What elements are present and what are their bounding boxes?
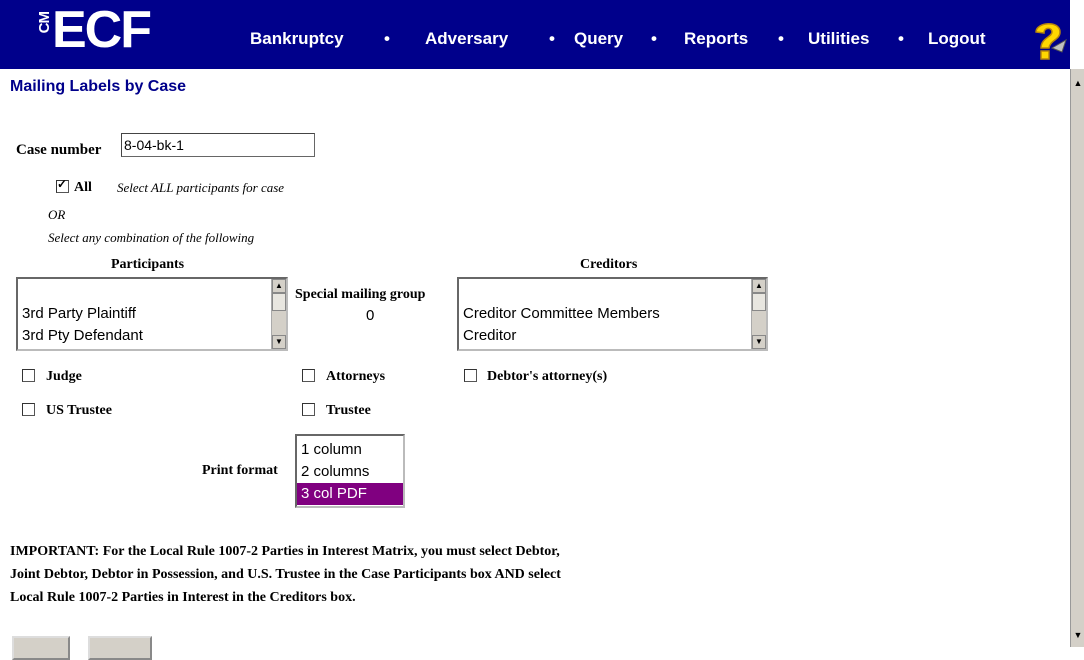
creditor-option[interactable]: Creditor Committee Members [459,303,766,325]
print-format-option-selected[interactable]: 3 col PDF [297,483,403,505]
combination-text: Select any combination of the following [48,230,255,245]
all-label: All [74,180,92,195]
important-note-line: Joint Debtor, Debtor in Possession, and … [10,567,561,582]
logo-ecf-text: ECF [52,1,152,59]
creditors-scrollbar[interactable]: ▲ ▼ [751,279,766,349]
scroll-up-icon[interactable]: ▲ [272,279,286,293]
attorneys-checkbox[interactable] [302,369,315,382]
print-format-option[interactable]: 2 columns [297,461,403,483]
participant-option[interactable]: 3rd Party Plaintiff [18,303,286,325]
participant-option[interactable]: 3rd Pty Defendant [18,325,286,347]
debtor-attorney-label: Debtor's attorney(s) [487,369,608,384]
creditors-listbox[interactable]: Creditor Committee Members Creditor ▲ ▼ [457,277,768,351]
case-number-label: Case number [16,142,102,158]
nav-adversary[interactable]: Adversary [425,29,508,49]
clear-button[interactable] [88,636,152,660]
important-note-line: Local Rule 1007-2 Parties in Interest in… [10,590,356,605]
us-trustee-label: US Trustee [46,403,112,418]
page-scrollbar[interactable]: ▲ ▼ [1070,69,1084,647]
debtor-attorney-checkbox[interactable] [464,369,477,382]
nav-separator: • [651,29,657,48]
special-mailing-group-value: 0 [366,307,375,324]
nav-separator: • [778,29,784,48]
all-description: Select ALL participants for case [117,180,285,195]
participants-header: Participants [111,257,185,272]
scroll-up-icon[interactable]: ▲ [752,279,766,293]
creditor-option[interactable]: Creditor [459,325,766,347]
nav-query[interactable]: Query [574,29,623,49]
next-button[interactable] [12,636,70,660]
scroll-down-icon[interactable]: ▼ [1071,627,1084,643]
scroll-down-icon[interactable]: ▼ [272,335,286,349]
participants-listbox[interactable]: 3rd Party Plaintiff 3rd Pty Defendant ▲ … [16,277,288,351]
special-mailing-group-label: Special mailing group [295,287,426,302]
help-question-icon[interactable] [1028,18,1068,62]
attorneys-label: Attorneys [326,369,386,384]
scroll-thumb[interactable] [272,293,286,311]
nav-reports[interactable]: Reports [684,29,748,49]
print-format-option[interactable]: 1 column [297,439,403,461]
print-format-listbox[interactable]: 1 column 2 columns 3 col PDF [295,434,405,508]
case-number-input[interactable] [121,133,315,157]
trustee-checkbox[interactable] [302,403,315,416]
print-format-label: Print format [202,463,278,478]
nav-utilities[interactable]: Utilities [808,29,869,49]
nav-separator: • [384,29,390,48]
nav-bankruptcy[interactable]: Bankruptcy [250,29,344,49]
important-note-line: IMPORTANT: For the Local Rule 1007-2 Par… [10,544,560,559]
us-trustee-checkbox[interactable] [22,403,35,416]
creditors-header: Creditors [580,257,638,272]
participants-scrollbar[interactable]: ▲ ▼ [271,279,286,349]
nav-logout[interactable]: Logout [928,29,986,49]
judge-label: Judge [46,369,82,384]
nav-separator: • [549,29,555,48]
trustee-label: Trustee [326,403,371,418]
judge-checkbox[interactable] [22,369,35,382]
scroll-down-icon[interactable]: ▼ [752,335,766,349]
page-title: Mailing Labels by Case [10,78,187,95]
all-checkbox[interactable] [56,177,69,193]
or-text: OR [48,207,66,222]
scroll-thumb[interactable] [752,293,766,311]
navbar: CM ECF Bankruptcy • Adversary • Query • … [0,0,1070,69]
nav-separator: • [898,29,904,48]
scroll-up-icon[interactable]: ▲ [1071,75,1084,91]
